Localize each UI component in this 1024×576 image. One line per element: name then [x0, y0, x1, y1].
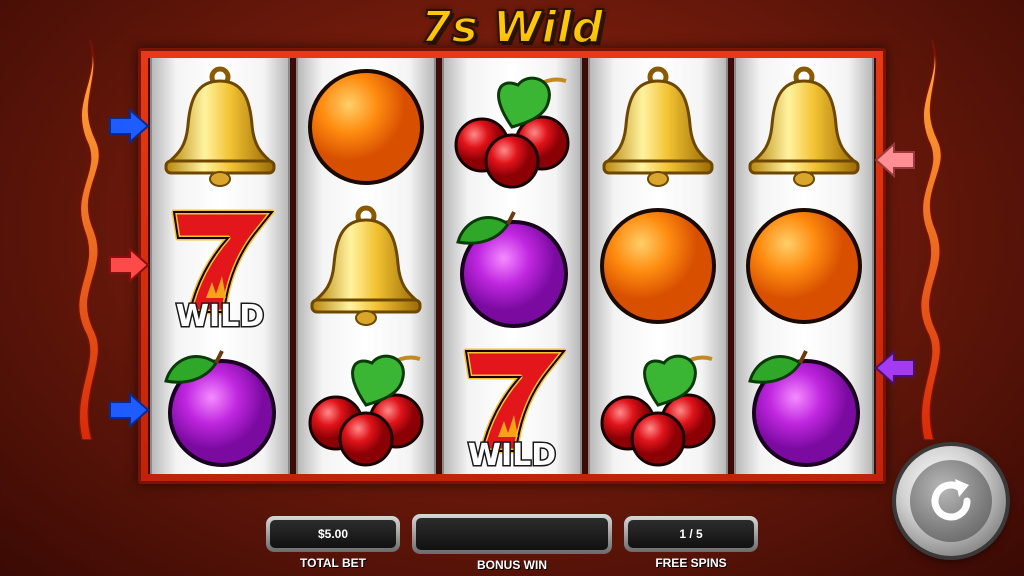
reel-4 [588, 58, 728, 474]
flame-decoration-right [919, 40, 943, 440]
bell-icon [152, 58, 288, 196]
total-bet-value: $5.00 [270, 520, 396, 548]
bonus-win-panel: BONUS WIN [412, 514, 612, 572]
plum-icon [444, 197, 580, 335]
orange-icon [590, 197, 726, 335]
wild-label: WILD [468, 438, 556, 469]
cherry-icon [590, 336, 726, 474]
payline-arrow-left-1 [109, 108, 150, 144]
free-spins-label: FREE SPINS [655, 556, 727, 570]
total-bet-label: TOTAL BET [300, 556, 366, 570]
bell-icon [590, 58, 726, 196]
cherry-icon [444, 58, 580, 196]
payline-arrow-right-2 [874, 350, 915, 386]
orange-icon [298, 58, 434, 196]
reel-5 [734, 58, 874, 474]
spin-button[interactable] [896, 446, 1006, 556]
plum-icon [736, 336, 872, 474]
seven-wild-icon: WILD [444, 336, 580, 474]
flame-decoration-left [77, 40, 101, 440]
seven-wild-icon: WILD [152, 197, 288, 335]
free-spins-panel: 1 / 5 FREE SPINS [624, 516, 758, 570]
payline-arrow-left-2 [109, 247, 150, 283]
reel-1: WILD [150, 58, 290, 474]
payline-arrow-left-3 [109, 392, 150, 428]
free-spins-value: 1 / 5 [628, 520, 754, 548]
bell-icon [736, 58, 872, 196]
reel-area: WILD WILD [148, 58, 876, 474]
cherry-icon [298, 336, 434, 474]
bonus-win-label: BONUS WIN [477, 558, 547, 572]
bonus-win-value [416, 518, 608, 550]
bell-icon [298, 197, 434, 335]
wild-label: WILD [176, 299, 264, 330]
reel-3: WILD [442, 58, 582, 474]
refresh-icon [931, 479, 971, 521]
total-bet-panel: $5.00 TOTAL BET [266, 516, 400, 570]
orange-icon [736, 197, 872, 335]
plum-icon [152, 336, 288, 474]
payline-arrow-right-1 [874, 142, 915, 178]
reel-2 [296, 58, 436, 474]
